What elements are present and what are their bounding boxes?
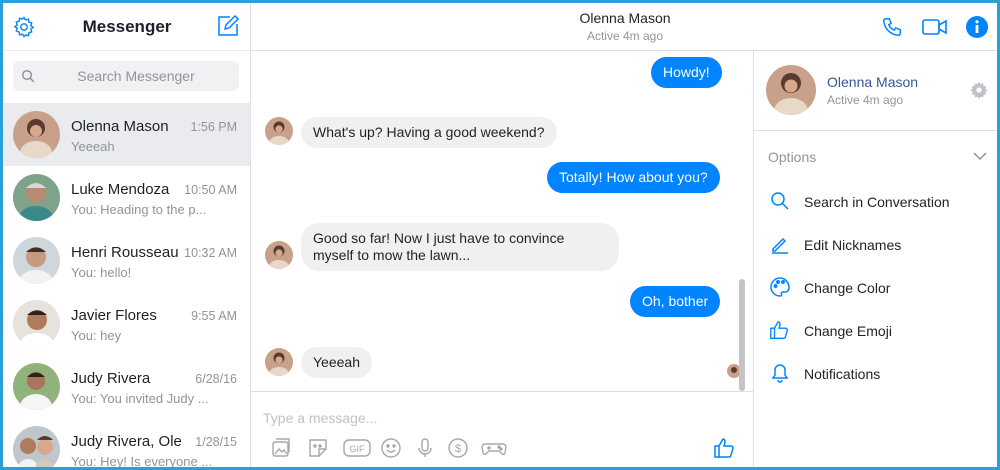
outgoing-message: Howdy! — [651, 57, 722, 88]
payment-icon[interactable]: $ — [446, 436, 470, 460]
contact-avatar — [265, 241, 293, 269]
phone-icon[interactable] — [879, 14, 905, 40]
avatar — [13, 174, 60, 221]
contact-profile: Olenna Mason Active 4m ago — [754, 51, 997, 131]
avatar — [13, 363, 60, 410]
group-avatar — [13, 426, 60, 467]
sidebar-title: Messenger — [82, 17, 172, 36]
conversation-name: Olenna Mason — [71, 118, 169, 135]
contact-avatar — [265, 348, 293, 376]
conversation-preview: You: You invited Judy ... — [71, 391, 209, 406]
conversation-item[interactable]: Judy Rivera 6/28/16 You: You invited Jud… — [3, 355, 250, 418]
conversation-panel: Howdy! What's up? Having a good weekend?… — [251, 3, 753, 467]
emoji-icon[interactable] — [379, 436, 403, 460]
conversation-sidebar: Messenger Olenna Mason — [3, 3, 251, 467]
messenger-window: Messenger Olenna Mason — [0, 0, 1000, 470]
message-scrollbar[interactable] — [739, 279, 745, 391]
option-search-in-conversation[interactable]: Search in Conversation — [754, 183, 997, 219]
thumbs-up-send-icon[interactable] — [713, 436, 737, 460]
conversation-preview: Yeeeah — [71, 139, 115, 154]
pencil-icon — [768, 232, 792, 256]
search-icon — [768, 189, 792, 213]
conversation-time: 1:56 PM — [190, 120, 237, 134]
conversation-name: Henri Rousseau — [71, 244, 179, 261]
conversation-list: Olenna Mason 1:56 PM Yeeeah Luke Mendoza… — [3, 103, 250, 467]
avatar[interactable] — [766, 65, 816, 115]
conversation-item[interactable]: Luke Mendoza 10:50 AM You: Heading to th… — [3, 166, 250, 229]
svg-text:GIF: GIF — [350, 444, 366, 454]
conversation-time: 9:55 AM — [191, 309, 237, 323]
conversation-item[interactable]: Javier Flores 9:55 AM You: hey — [3, 292, 250, 355]
svg-text:$: $ — [455, 443, 461, 455]
option-label: Notifications — [804, 366, 881, 382]
options-header[interactable]: Options — [754, 139, 997, 169]
bell-icon — [768, 361, 792, 385]
option-label: Change Emoji — [804, 323, 892, 339]
conversation-preview: You: hello! — [71, 265, 132, 280]
conversation-name: Judy Rivera, Ole... — [71, 433, 183, 450]
palette-icon — [768, 275, 792, 299]
option-change-emoji[interactable]: Change Emoji — [754, 312, 997, 348]
conversation-preview: You: Heading to the p... — [71, 202, 207, 217]
conversation-time: 10:32 AM — [184, 246, 237, 260]
conversation-name: Judy Rivera — [71, 370, 151, 387]
profile-name[interactable]: Olenna Mason — [827, 74, 918, 90]
gif-icon[interactable]: GIF — [343, 436, 371, 460]
incoming-message: What's up? Having a good weekend? — [301, 117, 557, 148]
video-camera-icon[interactable] — [921, 14, 949, 40]
avatar — [13, 111, 60, 158]
image-icon[interactable] — [269, 436, 293, 460]
conversation-item[interactable]: Olenna Mason 1:56 PM Yeeeah — [3, 103, 250, 166]
option-label: Change Color — [804, 280, 891, 296]
search-icon — [21, 69, 35, 83]
conversation-preview: You: Hey! Is everyone ... — [71, 454, 213, 467]
conversation-name: Luke Mendoza — [71, 181, 170, 198]
conversation-name: Javier Flores — [71, 307, 157, 324]
incoming-message: Good so far! Now I just have to convince… — [301, 223, 619, 271]
message-input[interactable] — [263, 406, 703, 430]
search-box — [13, 61, 239, 91]
option-label: Edit Nicknames — [804, 237, 902, 253]
game-icon[interactable] — [481, 436, 507, 460]
conversation-time: 1/28/15 — [195, 435, 237, 449]
profile-gear-icon[interactable] — [970, 81, 988, 99]
option-change-color[interactable]: Change Color — [754, 269, 997, 305]
avatar — [13, 237, 60, 284]
thumbs-up-icon — [768, 318, 792, 342]
conversation-item[interactable]: Henri Rousseau 10:32 AM You: hello! — [3, 229, 250, 292]
sticker-icon[interactable] — [306, 436, 330, 460]
info-icon[interactable] — [964, 14, 990, 40]
avatar — [13, 300, 60, 347]
outgoing-message: Oh, bother — [630, 286, 721, 317]
profile-status: Active 4m ago — [827, 93, 904, 107]
message-composer: GIF $ — [251, 391, 753, 467]
option-label: Search in Conversation — [804, 194, 950, 210]
microphone-icon[interactable] — [413, 436, 437, 460]
conversation-item[interactable]: Judy Rivera, Ole... 1/28/15 You: Hey! Is… — [3, 418, 250, 467]
contact-avatar — [265, 117, 293, 145]
conversation-time: 6/28/16 — [195, 372, 237, 386]
outgoing-message: Totally! How about you? — [547, 162, 720, 193]
conversation-time: 10:50 AM — [184, 183, 237, 197]
chat-header: Olenna Mason Active 4m ago — [251, 3, 997, 51]
sidebar-header: Messenger — [3, 3, 250, 51]
search-input[interactable] — [41, 61, 231, 91]
conversation-preview: You: hey — [71, 328, 122, 343]
compose-icon[interactable] — [215, 13, 241, 39]
incoming-message: Yeeeah — [301, 347, 372, 378]
options-label: Options — [768, 149, 817, 165]
option-edit-nicknames[interactable]: Edit Nicknames — [754, 226, 997, 262]
message-thread: Howdy! What's up? Having a good weekend?… — [251, 51, 753, 391]
conversation-details-panel: Olenna Mason Active 4m ago Options Searc… — [753, 51, 997, 467]
chevron-down-icon — [972, 149, 988, 163]
option-notifications[interactable]: Notifications — [754, 355, 997, 391]
